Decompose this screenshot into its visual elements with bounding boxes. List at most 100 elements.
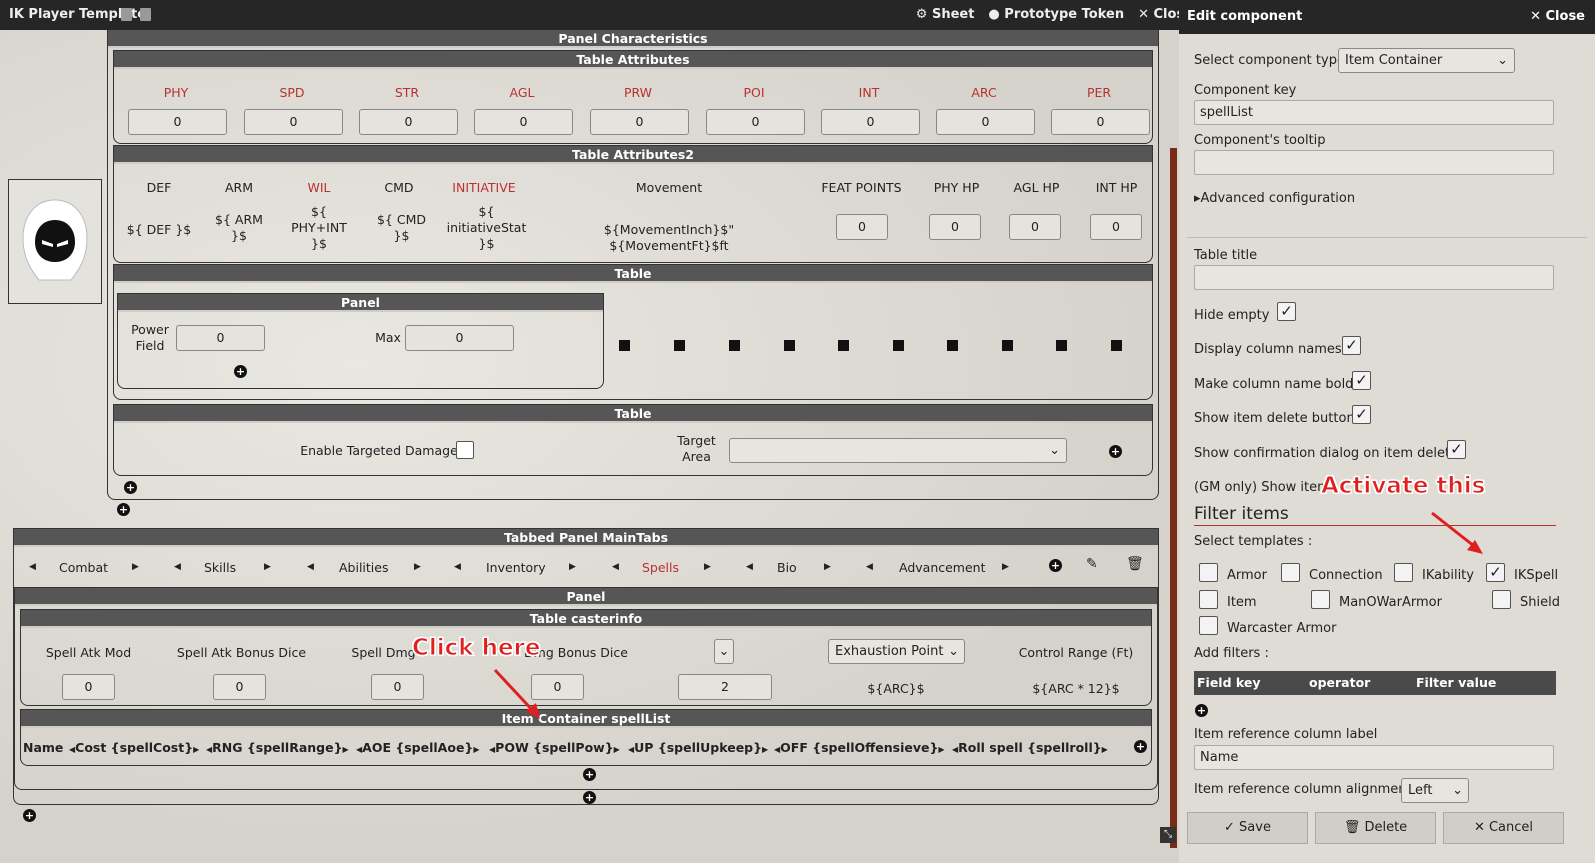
tab-prev-arrow[interactable]: ◀ — [454, 562, 461, 572]
file-icon[interactable] — [140, 8, 151, 21]
hide-empty-checkbox[interactable]: ✓ — [1277, 302, 1296, 321]
tab-prev-arrow[interactable]: ◀ — [174, 562, 181, 572]
tab-prev-arrow[interactable]: ◀ — [612, 562, 619, 572]
delete-button-checkbox[interactable]: ✓ — [1352, 405, 1371, 424]
tab-prev-arrow[interactable]: ◀ — [29, 562, 36, 572]
tooltip-input[interactable] — [1194, 150, 1554, 175]
template-checkbox-ikspell[interactable]: ✓ — [1486, 563, 1505, 582]
tab-prev-arrow[interactable]: ◀ — [746, 562, 753, 572]
checkbox-square[interactable] — [947, 340, 958, 351]
add-tab-icon[interactable]: + — [1049, 558, 1062, 573]
spell-dmg-field[interactable]: 0 — [371, 674, 424, 700]
template-checkbox-armor[interactable] — [1199, 563, 1218, 582]
tab-next-arrow[interactable]: ▶ — [824, 562, 831, 572]
cancel-button[interactable]: ✕ Cancel — [1443, 812, 1564, 844]
resize-handle[interactable]: ⤡ — [1160, 827, 1176, 843]
phy-hp-field[interactable]: 0 — [929, 214, 981, 240]
attribute-field-int[interactable]: 0 — [821, 109, 920, 135]
advanced-config-toggle[interactable]: ▸Advanced configuration — [1194, 191, 1355, 206]
tab-next-arrow[interactable]: ▶ — [264, 562, 271, 572]
tab-combat[interactable]: Combat — [59, 560, 108, 576]
attribute-field-poi[interactable]: 0 — [706, 109, 805, 135]
attribute-field-agl[interactable]: 0 — [474, 109, 573, 135]
attribute-field-prw[interactable]: 0 — [590, 109, 689, 135]
int-hp-field[interactable]: 0 — [1090, 214, 1142, 240]
template-checkbox-warcaster-armor[interactable] — [1199, 616, 1218, 635]
add-icon[interactable]: + — [117, 503, 130, 516]
spell-atk-mod-field[interactable]: 0 — [62, 674, 115, 700]
save-button[interactable]: ✓ Save — [1187, 812, 1308, 844]
checkbox-square[interactable] — [784, 340, 795, 351]
attribute-field-arc[interactable]: 0 — [936, 109, 1035, 135]
attribute-field-spd[interactable]: 0 — [244, 109, 343, 135]
tab-skills[interactable]: Skills — [204, 560, 236, 576]
tab-next-arrow[interactable]: ▶ — [569, 562, 576, 572]
attribute-field-per[interactable]: 0 — [1051, 109, 1150, 135]
scrollbar[interactable] — [1170, 148, 1177, 848]
checkbox-square[interactable] — [1056, 340, 1067, 351]
bold-checkbox[interactable]: ✓ — [1352, 371, 1371, 390]
template-checkbox-item[interactable] — [1199, 590, 1218, 609]
checkbox-square[interactable] — [674, 340, 685, 351]
dropdown-small[interactable]: ⌄ — [714, 639, 734, 664]
edit-icon[interactable]: ✎ — [1086, 556, 1098, 572]
template-checkbox-manowararmor[interactable] — [1311, 590, 1330, 609]
add-icon[interactable]: + — [124, 481, 137, 494]
enable-targeted-checkbox[interactable] — [456, 441, 474, 459]
alignment-select[interactable]: Left ⌄ — [1401, 778, 1469, 803]
feat-points-field[interactable]: 0 — [836, 214, 888, 240]
dropdown-value-field[interactable]: 2 — [678, 674, 772, 700]
checkbox-square[interactable] — [893, 340, 904, 351]
add-icon[interactable]: + — [234, 365, 247, 378]
tab-inventory[interactable]: Inventory — [486, 560, 546, 576]
spell-atk-bonus-field[interactable]: 0 — [213, 674, 266, 700]
tab-next-arrow[interactable]: ▶ — [704, 562, 711, 572]
sheet-button[interactable]: ⚙ Sheet — [916, 7, 975, 22]
template-label: Shield — [1520, 595, 1560, 610]
display-columns-checkbox[interactable]: ✓ — [1342, 336, 1361, 355]
add-icon[interactable]: + — [1109, 445, 1122, 458]
prototype-token-button[interactable]: ● Prototype Token — [988, 7, 1124, 22]
target-area-select[interactable]: ⌄ — [729, 438, 1067, 463]
add-icon[interactable]: + — [583, 768, 596, 781]
add-icon[interactable]: + — [23, 809, 36, 822]
tab-prev-arrow[interactable]: ◀ — [307, 562, 314, 572]
tab-abilities[interactable]: Abilities — [339, 560, 388, 576]
delete-button[interactable]: 🗑 Delete — [1315, 812, 1436, 844]
checkbox-square[interactable] — [1111, 340, 1122, 351]
avatar[interactable] — [8, 179, 102, 304]
agl-hp-field[interactable]: 0 — [1009, 214, 1061, 240]
checkbox-square[interactable] — [729, 340, 740, 351]
checkbox-square[interactable] — [838, 340, 849, 351]
trash-icon[interactable]: 🗑 — [1126, 556, 1144, 572]
document-icon[interactable] — [121, 8, 132, 21]
template-checkbox-shield[interactable] — [1492, 590, 1511, 609]
add-icon[interactable]: + — [583, 791, 596, 804]
template-checkbox-connection[interactable] — [1281, 563, 1300, 582]
tab-spells[interactable]: Spells — [642, 560, 679, 576]
add-column-icon[interactable]: + — [1134, 740, 1147, 753]
tab-next-arrow[interactable]: ▶ — [1002, 562, 1009, 572]
tab-advancement[interactable]: Advancement — [899, 560, 986, 576]
add-filter-icon[interactable]: + — [1195, 704, 1208, 717]
ref-column-input[interactable]: Name — [1194, 745, 1554, 770]
template-label: Warcaster Armor — [1227, 621, 1337, 636]
checkbox-square[interactable] — [619, 340, 630, 351]
power-field-input[interactable]: 0 — [176, 325, 265, 351]
component-key-input[interactable]: spellList — [1194, 100, 1554, 125]
tab-prev-arrow[interactable]: ◀ — [866, 562, 873, 572]
table-title-input[interactable] — [1194, 265, 1554, 290]
editor-close-button[interactable]: ✕ Close — [1530, 9, 1585, 24]
initiative-value: ${initiativeStat}$ — [446, 204, 527, 251]
tab-next-arrow[interactable]: ▶ — [132, 562, 139, 572]
attribute-field-phy[interactable]: 0 — [128, 109, 227, 135]
template-checkbox-ikability[interactable] — [1394, 563, 1413, 582]
tab-bio[interactable]: Bio — [777, 560, 797, 576]
max-input[interactable]: 0 — [405, 325, 514, 351]
component-type-select[interactable]: Item Container ⌄ — [1338, 48, 1515, 73]
exhaustion-select[interactable]: Exhaustion Point ⌄ — [828, 639, 965, 664]
confirm-dialog-checkbox[interactable]: ✓ — [1447, 440, 1466, 459]
attribute-field-str[interactable]: 0 — [359, 109, 458, 135]
tab-next-arrow[interactable]: ▶ — [414, 562, 421, 572]
checkbox-square[interactable] — [1002, 340, 1013, 351]
